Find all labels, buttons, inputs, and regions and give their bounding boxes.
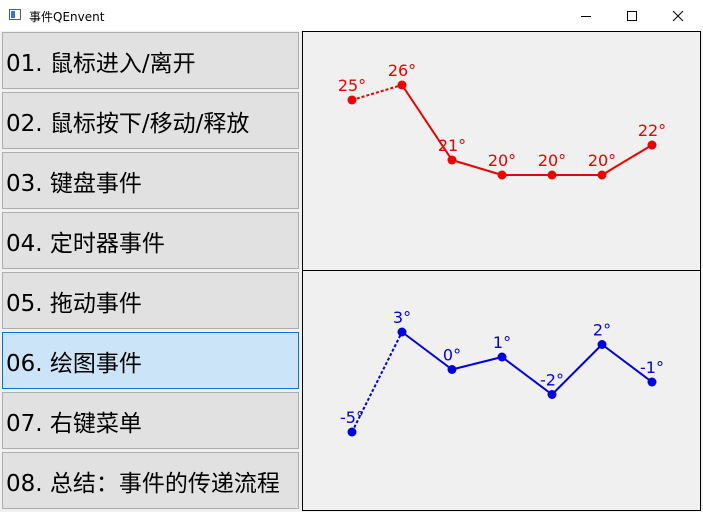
title-bar[interactable]: 事件QEnvent (0, 0, 703, 31)
high-temperature-chart-panel: 25° 26° 21° 20° 20° 20° 22° (302, 31, 701, 271)
app-window-icon (9, 9, 21, 20)
data-point (347, 427, 357, 437)
data-label: -1° (640, 358, 664, 377)
data-label: 21° (438, 136, 466, 155)
close-icon (672, 10, 684, 21)
data-label: 3° (393, 308, 411, 327)
data-label: 0° (443, 346, 461, 365)
data-point (497, 352, 507, 362)
data-point (597, 340, 607, 349)
data-point (547, 170, 557, 180)
nav-button-timer-event[interactable]: 04. 定时器事件 (2, 212, 299, 269)
close-button[interactable] (655, 0, 701, 31)
data-label: 25° (338, 76, 366, 95)
minimize-icon (581, 15, 591, 17)
nav-button-mouse-press-move-release[interactable]: 02. 鼠标按下/移动/释放 (2, 92, 299, 149)
data-label: 26° (388, 61, 416, 80)
data-label: 22° (638, 121, 666, 140)
maximize-icon (627, 10, 637, 21)
low-temperature-chart: -5° 3° 0° 1° -2° 2° -1° (340, 308, 664, 437)
window-title: 事件QEnvent (29, 10, 105, 24)
low-temperature-chart-panel: -5° 3° 0° 1° -2° 2° -1° (302, 270, 701, 511)
data-point (497, 170, 507, 180)
data-point (447, 365, 457, 374)
data-point (597, 170, 607, 180)
nav-button-mouse-enter-leave[interactable]: 01. 鼠标进入/离开 (2, 32, 299, 89)
data-label: 1° (493, 333, 511, 352)
nav-button-context-menu[interactable]: 07. 右键菜单 (2, 392, 299, 449)
data-point (447, 155, 457, 165)
data-label: 2° (593, 321, 611, 340)
data-label: 20° (538, 151, 566, 170)
data-point (397, 327, 407, 337)
data-point (647, 140, 657, 150)
data-label: -2° (540, 371, 564, 390)
minimize-button[interactable] (563, 0, 609, 31)
data-label: -5° (340, 408, 364, 427)
nav-button-drag-event[interactable]: 05. 拖动事件 (2, 272, 299, 329)
nav-button-paint-event[interactable]: 06. 绘图事件 (2, 332, 299, 389)
data-label: 20° (588, 151, 616, 170)
data-point (547, 390, 557, 399)
data-point (647, 377, 657, 387)
nav-button-summary-event-flow[interactable]: 08. 总结：事件的传递流程 (2, 452, 299, 509)
data-point (347, 95, 357, 105)
high-temperature-chart: 25° 26° 21° 20° 20° 20° 22° (338, 61, 666, 180)
maximize-button[interactable] (609, 0, 655, 31)
data-label: 20° (488, 151, 516, 170)
data-point (397, 80, 407, 90)
nav-button-keyboard-event[interactable]: 03. 键盘事件 (2, 152, 299, 209)
